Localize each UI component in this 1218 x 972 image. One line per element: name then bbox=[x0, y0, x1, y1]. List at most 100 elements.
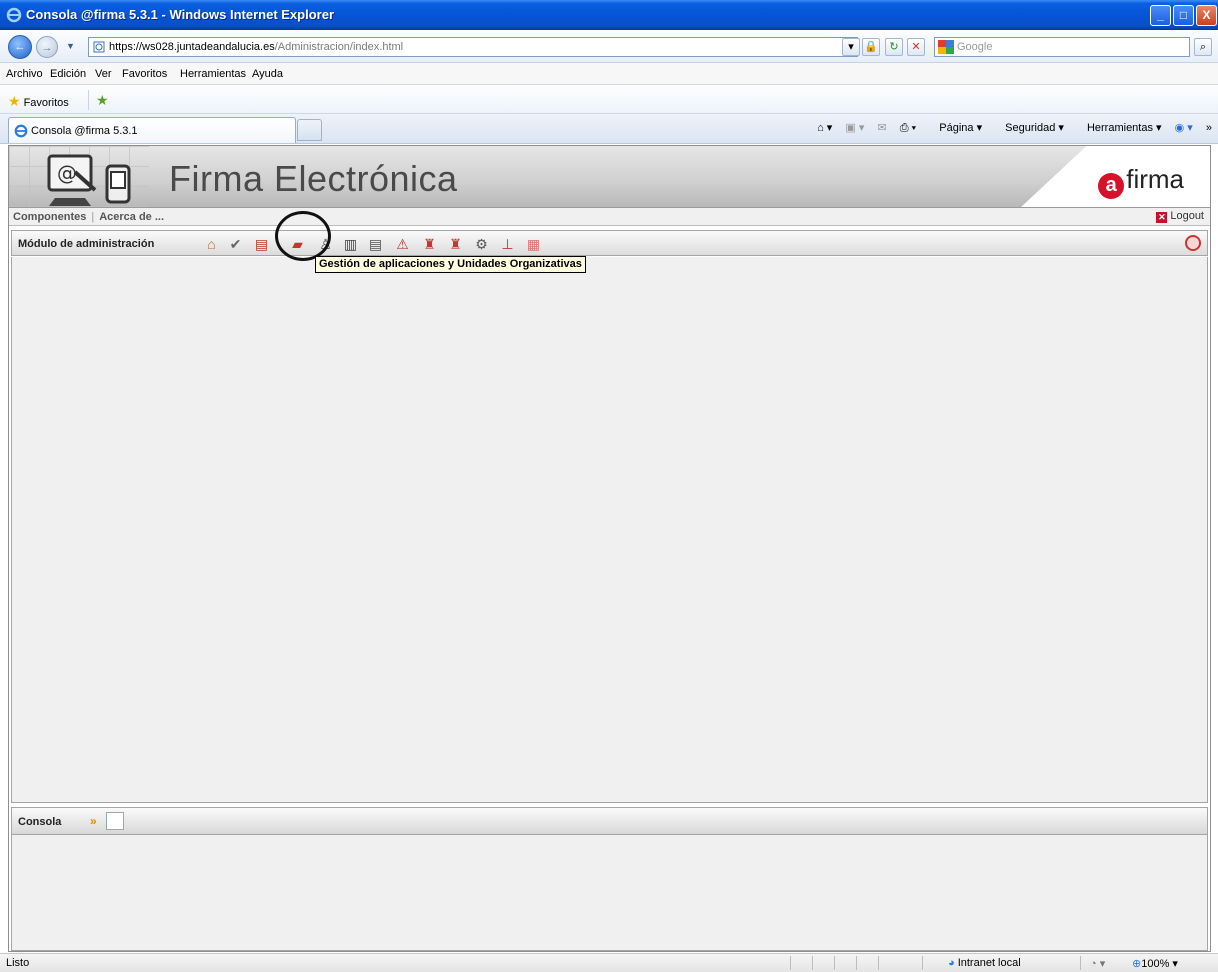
stop-button[interactable]: ✕ bbox=[907, 38, 925, 56]
forward-button[interactable]: → bbox=[36, 36, 58, 58]
address-field[interactable]: https://ws028.juntadeandalucia.es/Admini… bbox=[88, 37, 858, 57]
menu-archivo[interactable]: Archivo bbox=[6, 68, 43, 80]
address-toolbar: ← → ▼ https://ws028.juntadeandalucia.es/… bbox=[0, 31, 1218, 63]
stamp-alt-icon[interactable]: ♜ bbox=[447, 235, 464, 252]
zoom-level: 100% bbox=[1141, 958, 1170, 970]
divider bbox=[88, 90, 89, 110]
chevron-more-icon[interactable]: » bbox=[1206, 122, 1212, 134]
hierarchy-icon[interactable]: ⊥ bbox=[499, 235, 516, 252]
console-output-area bbox=[11, 835, 1208, 951]
back-button[interactable]: ← bbox=[8, 35, 32, 59]
svg-text:@: @ bbox=[57, 161, 77, 185]
url-dropdown-button[interactable]: ▾ bbox=[842, 38, 860, 56]
globe-icon: ◕ bbox=[948, 957, 958, 969]
cabinet-icon[interactable]: ▥ bbox=[342, 235, 359, 252]
page-menu-label: Página bbox=[939, 122, 974, 134]
tools-menu-label: Herramientas bbox=[1086, 122, 1153, 134]
menu-favoritos[interactable]: Favoritos bbox=[122, 68, 167, 80]
command-bar: ⌂ ▾ ▣ ▾ ✉ ⎙ ▾ Página ▾ Seguridad ▾ Herra… bbox=[807, 121, 1212, 135]
google-logo-icon bbox=[938, 40, 954, 54]
close-button[interactable]: X bbox=[1196, 5, 1217, 26]
minimize-button[interactable]: _ bbox=[1150, 5, 1171, 26]
afirma-at-icon: a bbox=[1098, 173, 1125, 199]
logout-button[interactable]: ✕ Logout bbox=[1156, 210, 1204, 223]
admin-module-toolbar: Módulo de administración ⌂ ✔ ▤ ▰ ♙ ▥ ▤ ⚠… bbox=[11, 230, 1208, 256]
internet-explorer-icon bbox=[6, 7, 22, 23]
security-zone[interactable]: ◕ Intranet local bbox=[948, 957, 1021, 969]
logout-label: Logout bbox=[1170, 210, 1204, 222]
home-icon[interactable]: ⌂ bbox=[203, 235, 220, 252]
help-icon[interactable]: ◉ ▾ bbox=[1175, 122, 1193, 134]
status-text: Listo bbox=[6, 957, 30, 969]
url-host: https://ws028.juntadeandalucia.es bbox=[109, 41, 275, 53]
menu-ver[interactable]: Ver bbox=[95, 68, 112, 80]
internet-explorer-icon bbox=[14, 124, 28, 138]
logout-icon: ✕ bbox=[1156, 212, 1168, 223]
highlight-circle-annotation bbox=[275, 211, 331, 261]
tools-menu[interactable]: Herramientas ▾ bbox=[1077, 122, 1162, 134]
check-icon[interactable]: ✔ bbox=[227, 235, 244, 252]
gear-icon[interactable]: ⚙ bbox=[473, 235, 490, 252]
security-menu-label: Seguridad bbox=[1005, 122, 1056, 134]
digital-signature-logo-icon: @ bbox=[47, 154, 131, 206]
divider bbox=[1080, 956, 1081, 970]
tab-label: Consola @firma 5.3.1 bbox=[31, 125, 138, 137]
home-icon[interactable]: ⌂ ▾ bbox=[817, 122, 832, 134]
status-bar: Listo ◕ Intranet local ◔ ▾ ⊕100% ▾ bbox=[0, 953, 1218, 972]
main-work-area bbox=[11, 257, 1208, 803]
search-button[interactable]: ⌕ bbox=[1194, 38, 1212, 56]
admin-module-label: Módulo de administración bbox=[18, 238, 155, 250]
add-favorite-icon[interactable]: ★ bbox=[96, 92, 109, 109]
console-label: Consola bbox=[18, 816, 62, 828]
menu-edicion[interactable]: Edición bbox=[50, 68, 86, 80]
header-banner: @ Firma Electrónica a firma bbox=[9, 146, 1210, 208]
search-placeholder: Google bbox=[957, 41, 993, 53]
stamp-icon[interactable]: ♜ bbox=[421, 235, 438, 252]
nav-acerca-de[interactable]: Acerca de ... bbox=[99, 211, 164, 223]
divider bbox=[878, 956, 879, 970]
zoom-control[interactable]: ⊕100% ▾ bbox=[1132, 957, 1178, 970]
star-icon: ★ bbox=[8, 93, 21, 109]
nav-componentes[interactable]: Componentes bbox=[13, 211, 86, 223]
zoom-icon: ⊕ bbox=[1132, 958, 1142, 970]
nav-separator: | bbox=[91, 211, 95, 223]
security-menu[interactable]: Seguridad ▾ bbox=[995, 122, 1064, 134]
document-icon[interactable]: ▤ bbox=[367, 235, 384, 252]
menu-ayuda[interactable]: Ayuda bbox=[252, 68, 283, 80]
divider bbox=[856, 956, 857, 970]
warning-icon[interactable]: ⚠ bbox=[394, 235, 411, 252]
afirma-logo-text: firma bbox=[1126, 164, 1184, 194]
favorites-button[interactable]: ★ Favoritos bbox=[8, 93, 69, 110]
console-toolbar: Consola » bbox=[11, 807, 1208, 835]
tab-bar: Consola @firma 5.3.1 ⌂ ▾ ▣ ▾ ✉ ⎙ ▾ Págin… bbox=[0, 114, 1218, 144]
history-dropdown-icon[interactable]: ▼ bbox=[66, 41, 75, 51]
feeds-icon[interactable]: ▣ ▾ bbox=[845, 122, 864, 134]
menu-herramientas[interactable]: Herramientas bbox=[180, 68, 246, 80]
protected-mode-icon[interactable]: ◔ ▾ bbox=[1090, 957, 1105, 970]
zone-label: Intranet local bbox=[957, 957, 1021, 969]
banner-title: Firma Electrónica bbox=[169, 158, 458, 199]
web-page: @ Firma Electrónica a firma Componentes | A… bbox=[8, 145, 1211, 952]
window-title-bar: Consola @firma 5.3.1 - Windows Internet … bbox=[0, 0, 1218, 30]
divider bbox=[922, 956, 923, 970]
refresh-button[interactable]: ↻ bbox=[885, 38, 903, 56]
lifebuoy-help-icon[interactable] bbox=[1185, 235, 1201, 251]
chevron-down-icon[interactable]: » bbox=[90, 814, 97, 828]
books-icon[interactable]: ▤ bbox=[253, 235, 270, 252]
mail-icon[interactable]: ✉ bbox=[877, 122, 886, 134]
page-icon bbox=[93, 41, 105, 53]
search-field[interactable]: Google bbox=[934, 37, 1190, 57]
afirma-logo: a firma bbox=[1098, 164, 1184, 199]
new-tab-button[interactable] bbox=[297, 119, 322, 141]
clear-console-icon[interactable] bbox=[106, 812, 124, 830]
lock-icon[interactable]: 🔒 bbox=[862, 38, 880, 56]
divider bbox=[790, 956, 791, 970]
menu-bar: Archivo Edición Ver Favoritos Herramient… bbox=[0, 63, 1218, 85]
divider bbox=[812, 956, 813, 970]
browser-tab[interactable]: Consola @firma 5.3.1 bbox=[8, 117, 296, 143]
maximize-button[interactable]: □ bbox=[1173, 5, 1194, 26]
sub-navigation: Componentes | Acerca de ... ✕ Logout bbox=[9, 208, 1210, 226]
print-icon[interactable]: ⎙ ▾ bbox=[900, 122, 916, 134]
report-icon[interactable]: ▦ bbox=[525, 235, 542, 252]
page-menu[interactable]: Página ▾ bbox=[929, 122, 982, 134]
